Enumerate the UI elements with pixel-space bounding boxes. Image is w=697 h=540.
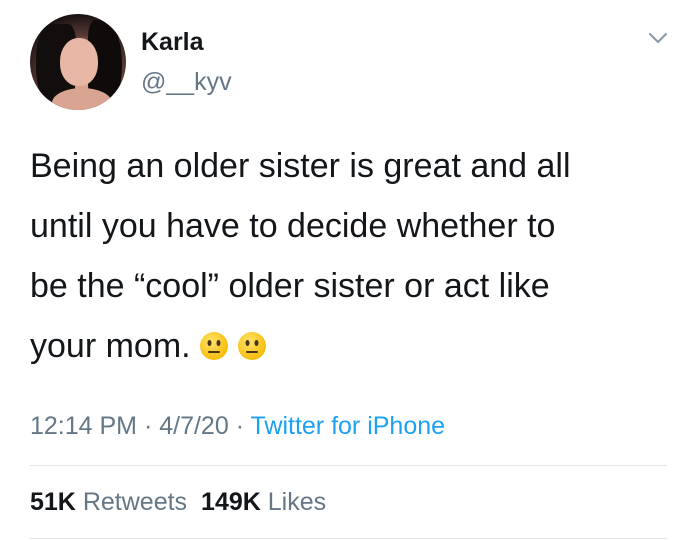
avatar-shoulder — [52, 88, 112, 110]
tweet-stats: 51K Retweets 149K Likes — [30, 486, 326, 518]
chevron-down-icon[interactable] — [648, 30, 668, 46]
likes-stat[interactable]: 149K Likes — [201, 488, 326, 516]
retweets-stat[interactable]: 51K Retweets — [30, 488, 187, 516]
user-handle[interactable]: @__kyv — [141, 67, 232, 97]
neutral-face-emoji-icon — [199, 332, 228, 360]
tweet-text-line-1: Being an older sister is great and all — [30, 147, 571, 185]
tweet-text-line-2: until you have to decide whether to — [30, 207, 556, 245]
retweets-count: 51K — [30, 488, 76, 516]
tweet-time[interactable]: 12:14 PM — [30, 412, 137, 440]
meta-separator: · — [228, 412, 251, 440]
tweet-text: Being an older sister is great and all u… — [30, 136, 680, 376]
avatar-face — [60, 38, 98, 86]
display-name[interactable]: Karla — [141, 27, 204, 57]
tweet-text-line-3: be the “cool” older sister or act like — [30, 267, 550, 305]
avatar[interactable] — [30, 14, 126, 110]
tweet-text-line-4: your mom. — [30, 316, 680, 376]
meta-separator: · — [137, 412, 160, 440]
tweet-card: Karla @__kyv Being an older sister is gr… — [0, 0, 697, 540]
retweets-label: Retweets — [82, 488, 188, 516]
tweet-meta: 12:14 PM · 4/7/20 · Twitter for iPhone — [30, 410, 445, 442]
tweet-date[interactable]: 4/7/20 — [159, 412, 229, 440]
likes-label: Likes — [267, 488, 327, 516]
divider — [30, 465, 667, 466]
tweet-text-line-4-text: your mom. — [30, 327, 191, 365]
tweet-source-link[interactable]: Twitter for iPhone — [251, 412, 446, 440]
divider — [30, 538, 667, 539]
neutral-face-emoji-icon — [237, 332, 266, 360]
likes-count: 149K — [201, 488, 261, 516]
